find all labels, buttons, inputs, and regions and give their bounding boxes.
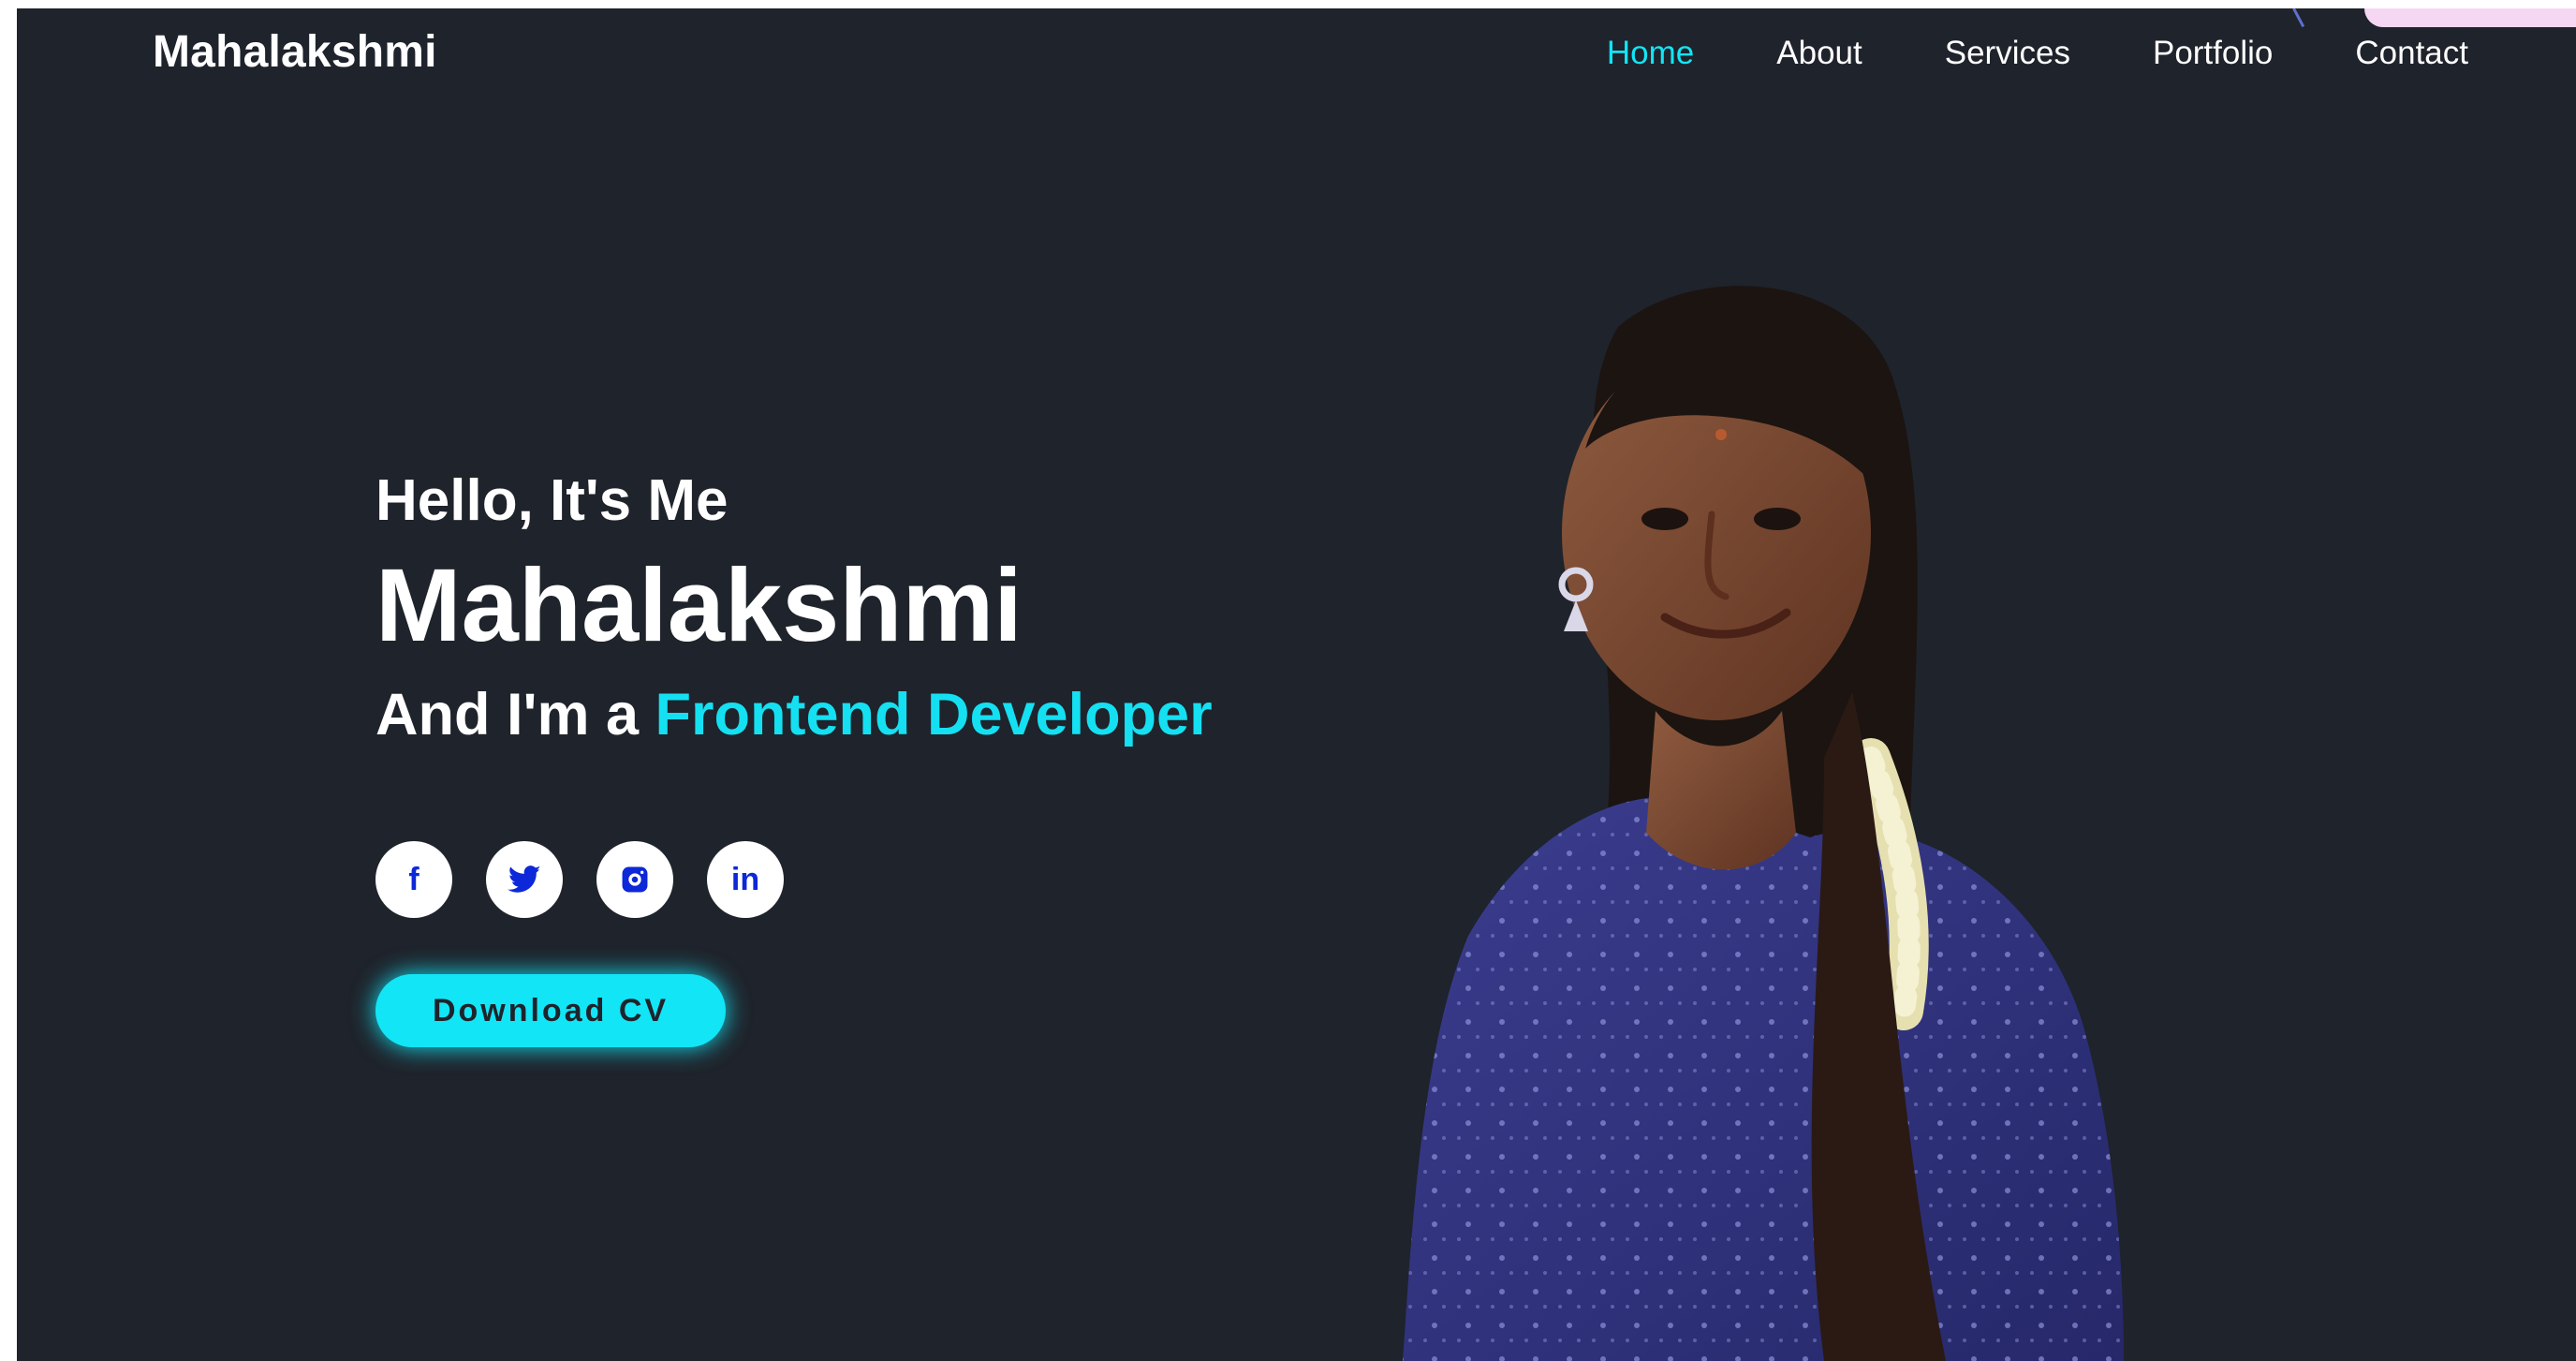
twitter-bird-icon bbox=[508, 865, 541, 893]
nav-home-link[interactable]: Home bbox=[1607, 35, 1694, 72]
brand-logo[interactable]: Mahalakshmi bbox=[153, 26, 437, 78]
main-menu: Home About Services Portfolio Contact bbox=[1607, 35, 2468, 72]
instagram-logo-icon bbox=[622, 866, 648, 893]
nav-portfolio-link[interactable]: Portfolio bbox=[2153, 35, 2273, 72]
twitter-icon[interactable] bbox=[486, 841, 563, 919]
facebook-glyph: f bbox=[408, 861, 420, 897]
nav-services-link[interactable]: Services bbox=[1945, 35, 2070, 72]
hero-role-prefix: And I'm a bbox=[375, 682, 655, 747]
social-links: f in bbox=[375, 841, 1406, 919]
profile-portrait-image bbox=[1384, 271, 2133, 1361]
nav-about-link[interactable]: About bbox=[1776, 35, 1862, 72]
linkedin-icon[interactable]: in bbox=[707, 841, 784, 919]
hero-name: Mahalakshmi bbox=[375, 548, 1023, 663]
hero-greeting: Hello, It's Me bbox=[375, 468, 729, 533]
linkedin-glyph: in bbox=[730, 861, 760, 897]
hero-role-highlight: Frontend Developer bbox=[655, 682, 1213, 747]
instagram-icon[interactable] bbox=[596, 841, 673, 919]
facebook-icon[interactable]: f bbox=[375, 841, 452, 919]
top-navigation: Mahalakshmi Home About Services Portfoli… bbox=[17, 8, 2576, 93]
download-cv-button[interactable]: Download CV bbox=[375, 974, 726, 1048]
hero-section: Hello, It's Me Mahalakshmi And I'm a Fro… bbox=[375, 468, 1406, 1048]
portfolio-page: Mahalakshmi Home About Services Portfoli… bbox=[17, 8, 2576, 1361]
nav-contact-link[interactable]: Contact bbox=[2355, 35, 2468, 72]
hero-role: And I'm a Frontend Developer bbox=[375, 682, 1406, 747]
